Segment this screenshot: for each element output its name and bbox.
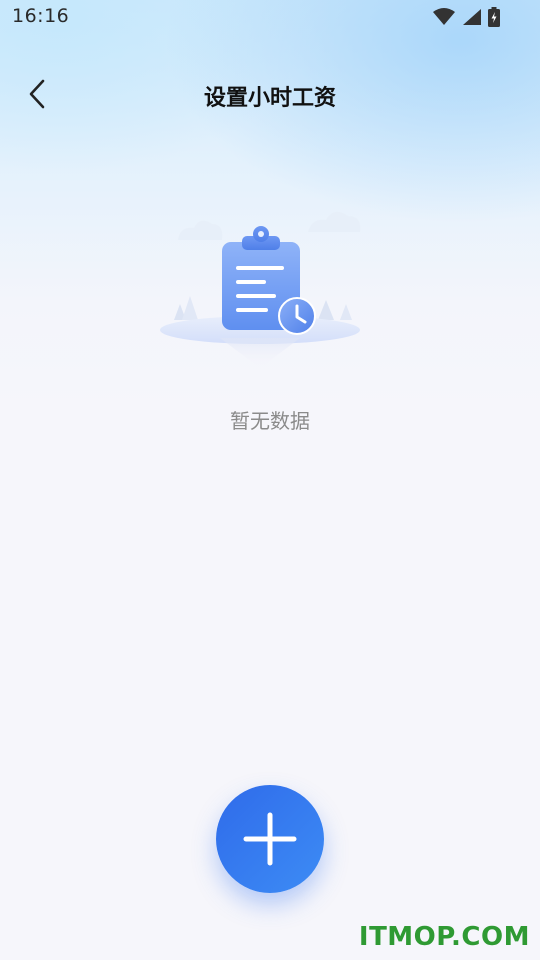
- clipboard-clock-illustration: [150, 196, 390, 376]
- add-button[interactable]: [216, 785, 324, 893]
- page-title: 设置小时工资: [203, 86, 336, 111]
- watermark: ITMOP.COM: [358, 922, 530, 952]
- empty-state-message: 暂无数据: [230, 409, 310, 433]
- signal-icon: [463, 9, 481, 25]
- status-icons: [432, 7, 500, 27]
- plus-icon: [243, 812, 297, 866]
- battery-charging-icon: [488, 7, 500, 27]
- status-time: 16:16: [12, 5, 70, 27]
- nav-bar: 设置小时工资: [0, 62, 540, 126]
- status-bar: 16:16: [0, 0, 540, 36]
- wifi-icon: [433, 8, 455, 25]
